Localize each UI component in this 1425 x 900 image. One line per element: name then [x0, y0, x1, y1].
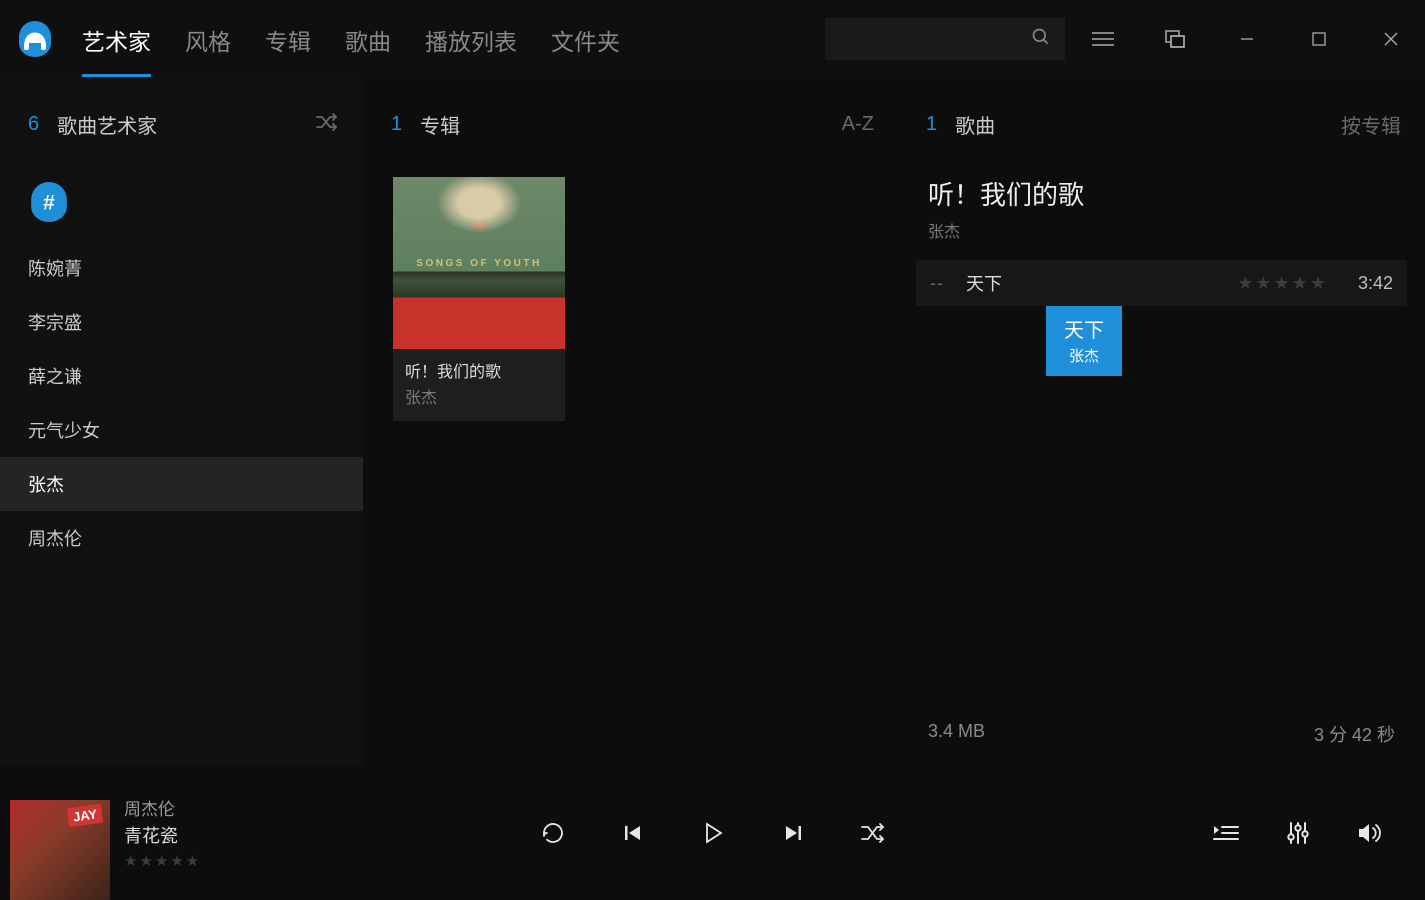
footer-size: 3.4 MB [928, 721, 985, 747]
app-logo-icon [14, 18, 56, 60]
minimize-button[interactable] [1213, 9, 1281, 69]
player-bar: 周杰伦 青花瓷 ★★★★★ [0, 765, 1425, 900]
albums-header: 1 专辑 A-Z [363, 96, 898, 153]
track-name: 天下 [966, 270, 1237, 296]
songs-header: 1 歌曲 按专辑 [898, 96, 1425, 153]
nav-playlists[interactable]: 播放列表 [425, 1, 517, 77]
track-duration: 3:42 [1358, 273, 1393, 294]
now-playing-artist: 周杰伦 [124, 795, 201, 820]
maximize-button[interactable] [1285, 9, 1353, 69]
nav-songs[interactable]: 歌曲 [345, 1, 391, 77]
album-card[interactable]: SONGS OF YOUTH 听！我们的歌 张杰 [393, 177, 565, 421]
songs-album-artist: 张杰 [928, 218, 1395, 242]
nav-artists[interactable]: 艺术家 [82, 1, 151, 77]
albums-title: 专辑 [420, 110, 460, 139]
artists-header: 6 歌曲艺术家 [0, 96, 363, 153]
songs-title: 歌曲 [955, 110, 995, 139]
svg-text:#: # [43, 191, 55, 214]
volume-button[interactable] [1357, 820, 1383, 846]
track-tooltip: 天下 张杰 [1046, 306, 1122, 376]
previous-button[interactable] [620, 820, 646, 846]
tooltip-artist: 张杰 [1064, 345, 1104, 366]
songs-album-heading: 听！我们的歌 张杰 [898, 153, 1425, 250]
artist-item[interactable]: 李宗盛 [0, 295, 363, 349]
now-playing-rating[interactable]: ★★★★★ [124, 852, 201, 870]
artists-panel: 6 歌曲艺术家 # 陈婉菁 李宗盛 薛之谦 元气少女 张杰 周杰伦 [0, 78, 363, 765]
albums-sort[interactable]: A-Z [842, 113, 874, 136]
player-right-controls [1213, 820, 1425, 846]
songs-panel: 1 歌曲 按专辑 听！我们的歌 张杰 -- 天下 ★★★★★ 3:42 天下 张… [898, 78, 1425, 765]
artist-list: 陈婉菁 李宗盛 薛之谦 元气少女 张杰 周杰伦 [0, 241, 363, 565]
artist-item[interactable]: 张杰 [0, 457, 363, 511]
songs-count: 1 [926, 113, 937, 136]
play-button[interactable] [700, 820, 726, 846]
shuffle-icon[interactable] [315, 112, 339, 138]
album-cover-art: SONGS OF YOUTH [393, 177, 565, 349]
equalizer-button[interactable] [1285, 820, 1311, 846]
main-nav: 艺术家 风格 专辑 歌曲 播放列表 文件夹 [82, 1, 620, 77]
close-button[interactable] [1357, 9, 1425, 69]
alpha-index-badge[interactable]: # [28, 181, 70, 223]
album-title: 听！我们的歌 [405, 358, 553, 382]
nav-folders[interactable]: 文件夹 [551, 1, 620, 77]
artist-item[interactable]: 元气少女 [0, 403, 363, 457]
repeat-button[interactable] [540, 820, 566, 846]
artist-item[interactable]: 周杰伦 [0, 511, 363, 565]
album-artist: 张杰 [405, 384, 553, 408]
search-icon [1031, 27, 1051, 52]
header-bar: 艺术家 风格 专辑 歌曲 播放列表 文件夹 [0, 0, 1425, 78]
menu-icon[interactable] [1069, 0, 1137, 78]
footer-duration: 3 分 42 秒 [1314, 721, 1395, 747]
next-button[interactable] [780, 820, 806, 846]
now-playing-title: 青花瓷 [124, 822, 201, 848]
track-row[interactable]: -- 天下 ★★★★★ 3:42 [916, 260, 1407, 306]
nav-albums[interactable]: 专辑 [265, 1, 311, 77]
albums-panel: 1 专辑 A-Z SONGS OF YOUTH 听！我们的歌 张杰 [363, 78, 898, 765]
search-input[interactable] [825, 18, 1065, 60]
shuffle-button[interactable] [860, 820, 886, 846]
track-rating[interactable]: ★★★★★ [1237, 273, 1328, 294]
songs-sort[interactable]: 按专辑 [1341, 110, 1401, 139]
songs-album-title: 听！我们的歌 [928, 175, 1395, 212]
transport-controls [540, 820, 886, 846]
overlay-icon[interactable] [1141, 0, 1209, 78]
now-playing-art[interactable] [10, 800, 110, 900]
albums-count: 1 [391, 113, 402, 136]
tooltip-title: 天下 [1064, 314, 1104, 343]
nav-genres[interactable]: 风格 [185, 1, 231, 77]
artist-item[interactable]: 薛之谦 [0, 349, 363, 403]
now-playing-info: 周杰伦 青花瓷 ★★★★★ [124, 777, 201, 870]
artists-count: 6 [28, 113, 39, 136]
artists-title: 歌曲艺术家 [57, 110, 157, 139]
album-cover-text: SONGS OF YOUTH [416, 258, 541, 269]
songs-footer: 3.4 MB 3 分 42 秒 [898, 703, 1425, 765]
artist-item[interactable]: 陈婉菁 [0, 241, 363, 295]
track-number: -- [930, 273, 966, 294]
content-area: 6 歌曲艺术家 # 陈婉菁 李宗盛 薛之谦 元气少女 张杰 周杰伦 [0, 78, 1425, 765]
queue-button[interactable] [1213, 820, 1239, 846]
